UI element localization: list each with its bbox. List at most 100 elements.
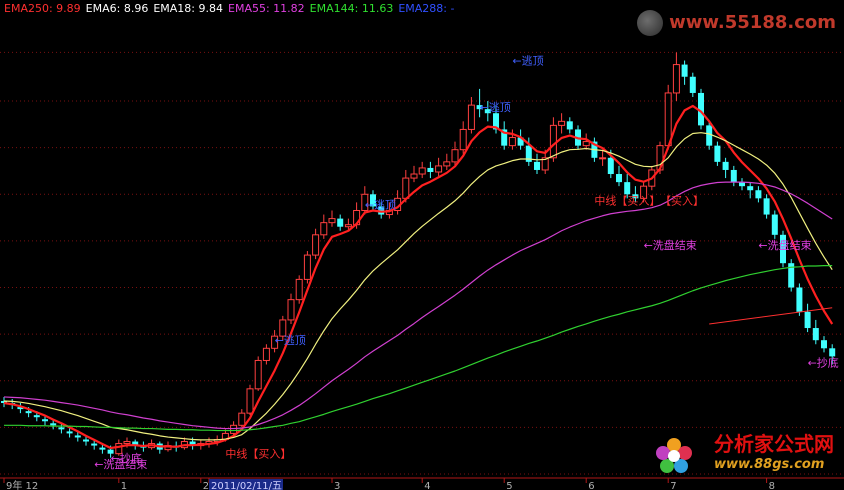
candle-body — [804, 311, 811, 329]
chart-annotation: ←洗盘结束 — [758, 238, 811, 252]
candle-body — [344, 224, 352, 228]
candle-body — [435, 165, 443, 173]
chart-annotation: 中线【买入】 — [594, 193, 660, 207]
candle-body — [402, 177, 410, 199]
x-tick-label: 8 — [769, 481, 775, 490]
chart-annotation: ←逃顶 — [365, 198, 396, 211]
candle-body — [796, 287, 803, 312]
x-tick-label: 5 — [506, 481, 512, 490]
candle-body — [410, 173, 418, 179]
candle-body — [549, 124, 557, 159]
candle-body — [681, 64, 688, 77]
candle-body — [50, 423, 57, 426]
chart-annotation: ←洗盘结束 — [644, 238, 697, 252]
candle-body — [607, 157, 614, 175]
candle-body — [722, 161, 729, 170]
candle-body — [508, 137, 516, 147]
candle-body — [295, 278, 303, 301]
candle-body — [25, 411, 32, 414]
candle-body — [763, 198, 770, 215]
candle-body — [534, 161, 540, 170]
x-tick-label: 2 — [203, 481, 209, 490]
legend-item: EMA288: - — [398, 2, 455, 15]
candle-body — [616, 174, 622, 183]
chart-annotation: ←逃顶 — [512, 55, 543, 68]
candle-body — [747, 186, 754, 191]
chart-annotation: ←洗盘结束 — [94, 457, 147, 471]
candle-body — [99, 447, 106, 450]
candle-body — [566, 121, 573, 130]
candle-body — [427, 167, 434, 172]
candle-body — [451, 149, 459, 163]
candle-body — [706, 125, 713, 146]
candle-body — [74, 435, 81, 438]
candle-body — [91, 443, 98, 446]
candle-body — [558, 120, 566, 126]
candle-body — [689, 76, 696, 93]
x-tick-label: 4 — [424, 481, 430, 490]
candle-body — [829, 348, 836, 357]
candle-body — [287, 299, 295, 321]
candle-body — [66, 431, 73, 434]
ema-line-ema6 — [3, 104, 834, 450]
candle-body — [33, 415, 40, 418]
candlestick-chart: ←逃顶←逃顶←逃顶←逃顶中线【买入】 【买入】中线【买入】←洗盘结束 ←洗盘结束←抄… — [0, 51, 844, 490]
x-tick-label: 3 — [334, 481, 340, 490]
ema-line-ema55 — [3, 181, 833, 430]
candle-body — [303, 254, 311, 280]
candle-body — [246, 388, 254, 414]
candle-body — [821, 340, 827, 349]
candle-body — [714, 145, 721, 162]
candle-body — [599, 157, 607, 160]
candle-body — [730, 169, 737, 183]
globe-icon — [637, 10, 664, 36]
chart-annotation: ←逃顶 — [480, 101, 511, 114]
chart-annotation: 【买入】 — [660, 194, 704, 207]
flower-logo-icon — [656, 438, 692, 473]
legend-item: EMA6: 8.96 — [85, 2, 149, 15]
watermark-88gs-url: www.88gs.com — [714, 457, 825, 472]
chart-annotation: ←抄底 — [808, 356, 839, 370]
watermark-55188: www.55188.com — [637, 10, 836, 36]
candle-body — [312, 234, 320, 256]
legend-item: EMA18: 9.84 — [153, 2, 223, 15]
candle-body — [582, 141, 590, 147]
x-tick-label: 2011/02/11/五 — [211, 481, 282, 490]
candle-body — [755, 190, 762, 199]
x-tick-label: 9年 12 — [6, 479, 38, 490]
candle-body — [123, 441, 131, 445]
candle-body — [672, 64, 680, 94]
candle-body — [418, 167, 426, 175]
candle-body — [624, 182, 631, 195]
candle-body — [443, 161, 451, 167]
ema-line-ema144 — [4, 265, 833, 432]
candle-body — [83, 439, 89, 442]
candle-body — [812, 328, 819, 341]
candle-body — [254, 359, 262, 390]
candle-body — [42, 419, 48, 422]
indicator-legend: EMA250: 9.89 EMA6: 8.96 EMA18: 9.84 EMA55: … — [4, 2, 459, 15]
watermark-88gs-name: 分析家公式网 — [714, 432, 834, 456]
x-tick-label: 6 — [588, 481, 594, 490]
chart-annotation: 中线【买入】 — [225, 447, 291, 461]
candle-body — [771, 214, 778, 235]
legend-item: EMA250: 9.89 — [4, 2, 81, 15]
candle-body — [664, 92, 672, 147]
candle-body — [230, 424, 238, 434]
candle-body — [320, 222, 328, 236]
chart-annotation: ←逃顶 — [275, 334, 306, 347]
legend-item: EMA55: 11.82 — [228, 2, 305, 15]
candle-body — [58, 427, 65, 430]
candle-body — [467, 104, 475, 130]
x-tick-label: 1 — [121, 481, 127, 490]
candle-body — [328, 218, 336, 224]
candle-body — [337, 218, 344, 227]
candle-body — [459, 128, 467, 151]
ema-line-ema250 — [709, 307, 833, 325]
candle-body — [238, 412, 246, 426]
watermark-88gs: 分析家公式网 www.88gs.com — [714, 428, 834, 472]
legend-item: EMA144: 11.63 — [309, 2, 394, 15]
x-tick-label: 7 — [670, 481, 676, 490]
watermark-55188-text: www.55188.com — [669, 12, 836, 33]
candle-body — [262, 347, 270, 361]
